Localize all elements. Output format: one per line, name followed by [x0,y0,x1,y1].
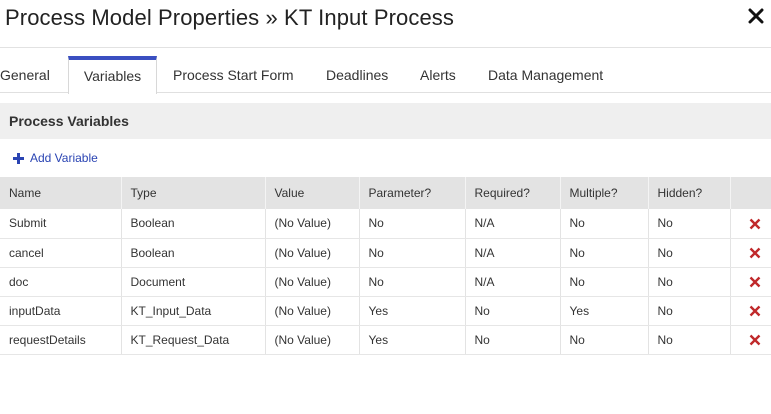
column-header-actions [730,177,771,209]
cell-name[interactable]: inputData [0,296,122,326]
cell-required: No [465,296,561,326]
column-header-parameter[interactable]: Parameter? [359,177,466,209]
delete-icon[interactable] [749,276,761,288]
cell-required: N/A [465,267,561,297]
cell-name[interactable]: requestDetails [0,325,122,355]
cell-actions [730,238,771,268]
section-header: Process Variables [0,103,771,139]
cell-type: Boolean [121,238,266,268]
column-header-type[interactable]: Type [121,177,266,209]
table-row[interactable]: cancel Boolean (No Value) No N/A No No [0,238,771,268]
cell-value: (No Value) [265,325,360,355]
cell-actions [730,267,771,297]
cell-hidden: No [648,238,731,268]
cell-parameter: No [359,238,466,268]
table-row[interactable]: requestDetails KT_Request_Data (No Value… [0,325,771,355]
cell-hidden: No [648,267,731,297]
dialog-title: Process Model Properties » KT Input Proc… [5,5,454,30]
add-variable-label: Add Variable [30,151,98,165]
delete-icon[interactable] [749,305,761,317]
variables-table: Name Type Value Parameter? Required? Mul… [0,177,771,355]
cell-multiple: No [560,238,649,268]
cell-value: (No Value) [265,267,360,297]
cell-hidden: No [648,296,731,326]
table-row[interactable]: doc Document (No Value) No N/A No No [0,267,771,297]
tab-bar: General Variables Process Start Form Dea… [0,56,771,94]
cell-parameter: Yes [359,325,466,355]
tab-data-management[interactable]: Data Management [488,56,603,93]
column-header-required[interactable]: Required? [465,177,561,209]
tab-process-start-form[interactable]: Process Start Form [173,56,294,93]
cell-name[interactable]: cancel [0,238,122,268]
cell-required: N/A [465,238,561,268]
column-header-value[interactable]: Value [265,177,360,209]
cell-type: Document [121,267,266,297]
cell-parameter: No [359,267,466,297]
cell-parameter: No [359,209,466,239]
column-header-multiple[interactable]: Multiple? [560,177,649,209]
cell-value: (No Value) [265,209,360,239]
column-header-name[interactable]: Name [0,177,122,209]
cell-multiple: Yes [560,296,649,326]
section-title: Process Variables [9,113,129,129]
delete-icon[interactable] [749,247,761,259]
delete-icon[interactable] [749,218,761,230]
close-icon[interactable] [747,7,765,25]
cell-hidden: No [648,325,731,355]
cell-multiple: No [560,267,649,297]
cell-required: No [465,325,561,355]
cell-type: Boolean [121,209,266,239]
cell-name[interactable]: doc [0,267,122,297]
cell-multiple: No [560,325,649,355]
dialog-header: Process Model Properties » KT Input Proc… [0,0,771,48]
cell-parameter: Yes [359,296,466,326]
cell-required: N/A [465,209,561,239]
cell-multiple: No [560,209,649,239]
column-header-hidden[interactable]: Hidden? [648,177,731,209]
tab-deadlines[interactable]: Deadlines [326,56,388,93]
tab-general[interactable]: General [0,56,50,93]
tab-alerts[interactable]: Alerts [420,56,456,93]
cell-value: (No Value) [265,238,360,268]
cell-type: KT_Request_Data [121,325,266,355]
cell-value: (No Value) [265,296,360,326]
table-header-row: Name Type Value Parameter? Required? Mul… [0,177,771,209]
table-row[interactable]: Submit Boolean (No Value) No N/A No No [0,209,771,239]
plus-icon [13,152,24,164]
cell-name[interactable]: Submit [0,209,122,239]
add-variable-link[interactable]: Add Variable [12,150,98,166]
cell-actions [730,209,771,239]
tab-variables[interactable]: Variables [68,56,157,94]
cell-type: KT_Input_Data [121,296,266,326]
cell-actions [730,325,771,355]
cell-actions [730,296,771,326]
table-row[interactable]: inputData KT_Input_Data (No Value) Yes N… [0,296,771,326]
cell-hidden: No [648,209,731,239]
delete-icon[interactable] [749,334,761,346]
